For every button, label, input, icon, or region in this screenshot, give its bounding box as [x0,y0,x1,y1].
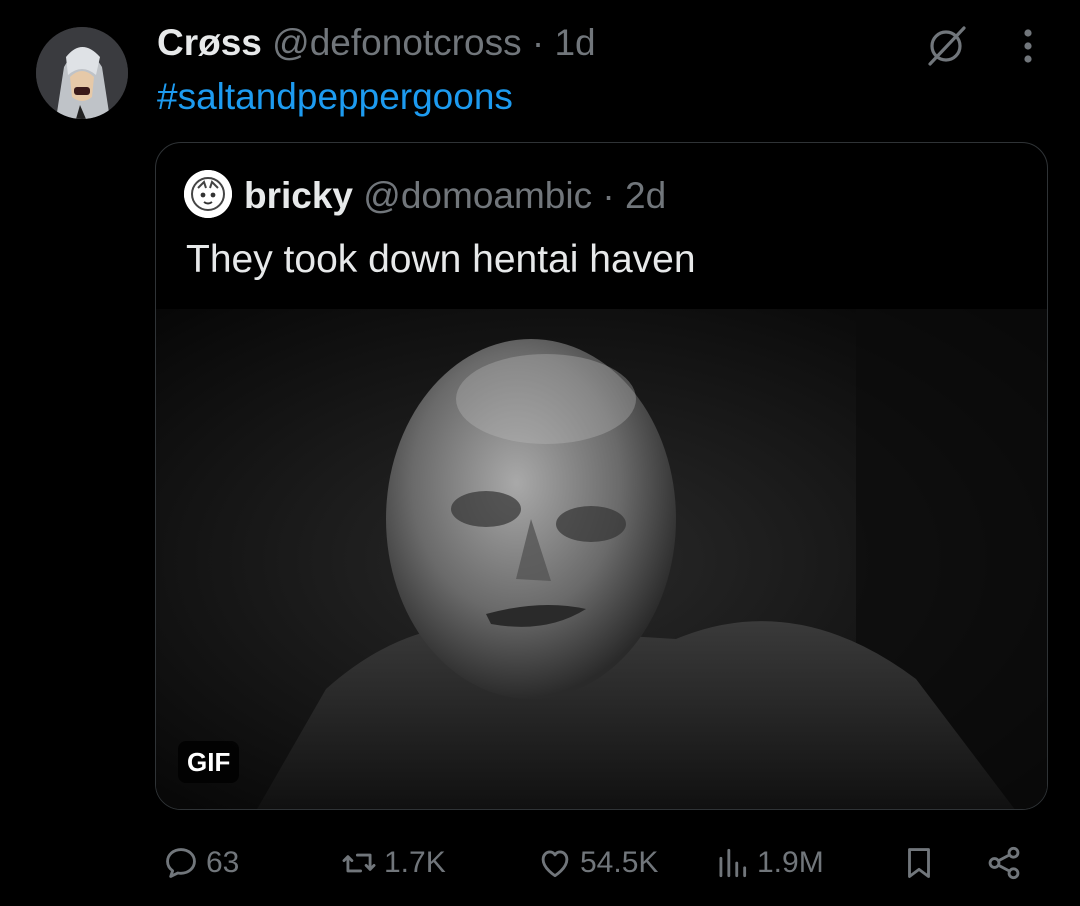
quoted-gif-media[interactable]: GIF [156,309,1047,809]
author-handle[interactable]: @defonotcross [272,22,521,63]
quoted-tweet[interactable]: bricky @domoambic · 2d They took down he… [155,142,1048,810]
quoted-header: bricky @domoambic · 2d [184,170,667,222]
views-count: 1.9M [757,846,824,879]
share-button[interactable] [985,835,1029,891]
tweet-hashtag[interactable]: #saltandpeppergoons [157,74,513,120]
bookmark-button[interactable] [900,835,944,891]
grok-icon[interactable] [922,22,970,70]
like-button[interactable]: 54.5K [536,835,658,891]
views-icon [719,848,747,878]
share-icon [988,846,1020,880]
author-avatar[interactable] [36,27,128,119]
quoted-separator-dot: · [602,175,615,216]
quoted-time: 2d [625,175,667,216]
reply-count: 63 [206,846,240,879]
tweet-action-bar: 63 1.7K 54.5K 1.9M [0,835,1080,891]
quoted-text: They took down hentai haven [186,238,696,281]
quoted-author-handle[interactable]: @domoambic [363,175,592,216]
views-button[interactable]: 1.9M [713,835,824,891]
bookmark-icon [908,848,930,878]
tweet-time[interactable]: 1d [554,22,595,63]
reply-button[interactable]: 63 [162,835,239,891]
retweet-count: 1.7K [384,846,446,879]
author-name[interactable]: Crøss [157,22,262,63]
gif-badge: GIF [178,741,240,783]
more-icon[interactable] [1008,24,1048,68]
tweet-header: Crøss @defonotcross · 1d [157,20,596,66]
retweet-button[interactable]: 1.7K [340,835,446,891]
reply-icon [166,848,196,878]
like-icon [541,850,569,878]
quoted-author-name[interactable]: bricky [244,175,353,216]
separator-dot: · [531,22,545,63]
like-count: 54.5K [580,846,659,879]
quoted-avatar[interactable] [184,170,232,219]
retweet-icon [342,853,376,873]
